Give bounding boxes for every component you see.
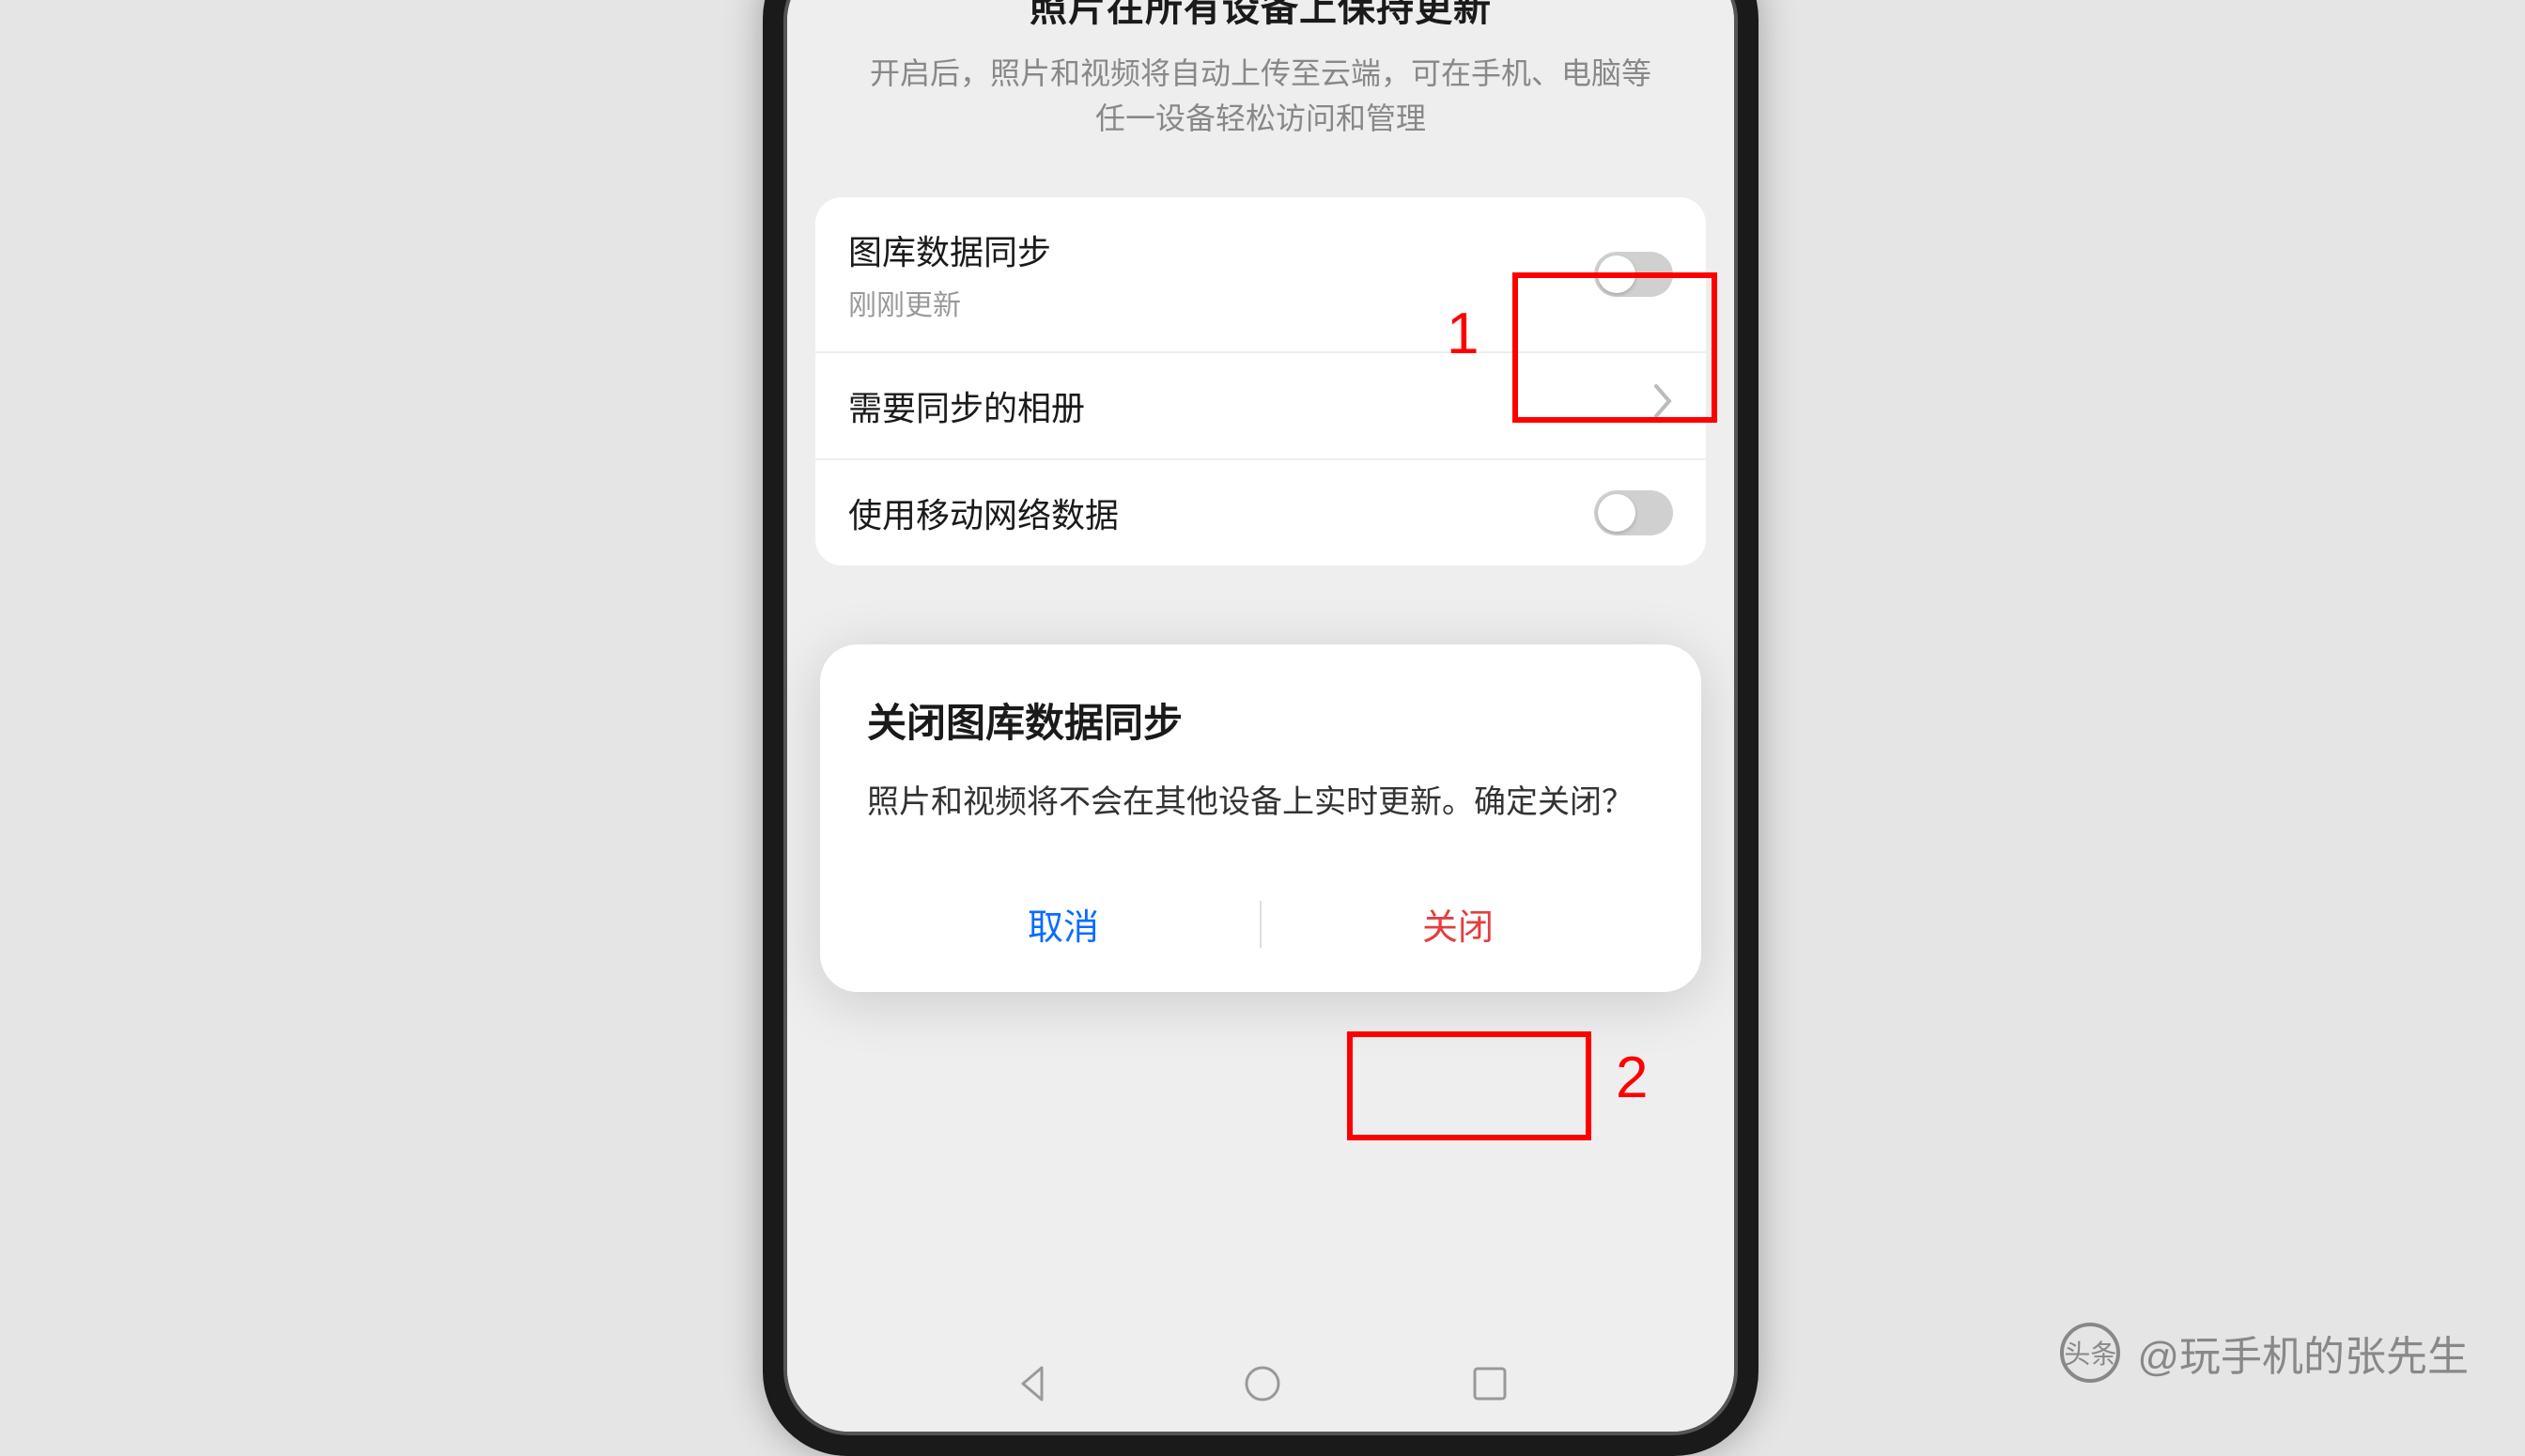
setting-text: 图库数据同步 刚刚更新: [848, 225, 1594, 323]
setting-mobile-data[interactable]: 使用移动网络数据: [815, 460, 1706, 565]
sync-toggle[interactable]: [1594, 252, 1673, 297]
back-icon[interactable]: [1014, 1364, 1053, 1408]
phone-frame: 照片在所有设备上保持更新 开启后，照片和视频将自动上传至云端，可在手机、电脑等任…: [763, 0, 1758, 1456]
mobile-data-toggle[interactable]: [1594, 490, 1673, 535]
page-title: 照片在所有设备上保持更新: [834, 0, 1687, 32]
watermark-logo-icon: 头条: [2060, 1323, 2120, 1383]
setting-subtitle: 刚刚更新: [848, 282, 1594, 323]
chevron-right-icon: [1654, 384, 1673, 427]
dialog-title: 关闭图库数据同步: [867, 691, 1654, 749]
setting-title: 使用移动网络数据: [848, 488, 1594, 537]
setting-text: 需要同步的相册: [848, 381, 1654, 430]
annotation-label-2: 2: [1616, 1045, 1648, 1111]
watermark: 头条 @玩手机的张先生: [2060, 1323, 2469, 1383]
navigation-bar: [787, 1364, 1734, 1408]
confirm-button[interactable]: 关闭: [1262, 884, 1654, 964]
setting-title: 图库数据同步: [848, 225, 1594, 274]
confirm-dialog: 关闭图库数据同步 照片和视频将不会在其他设备上实时更新。确定关闭？ 取消 关闭: [820, 644, 1701, 992]
dialog-buttons: 取消 关闭: [867, 875, 1654, 964]
cancel-button[interactable]: 取消: [867, 884, 1260, 964]
toggle-knob: [1598, 256, 1635, 293]
setting-text: 使用移动网络数据: [848, 488, 1594, 537]
home-icon[interactable]: [1243, 1364, 1282, 1408]
settings-card: 图库数据同步 刚刚更新 需要同步的相册: [815, 197, 1706, 565]
header-section: 照片在所有设备上保持更新 开启后，照片和视频将自动上传至云端，可在手机、电脑等任…: [787, 0, 1734, 169]
toggle-knob: [1598, 494, 1635, 532]
setting-gallery-sync[interactable]: 图库数据同步 刚刚更新: [815, 197, 1706, 353]
annotation-label-1: 1: [1447, 301, 1479, 367]
setting-title: 需要同步的相册: [848, 381, 1654, 430]
watermark-text: @玩手机的张先生: [2137, 1323, 2469, 1383]
dialog-body: 照片和视频将不会在其他设备上实时更新。确定关闭？: [867, 777, 1654, 828]
page-description: 开启后，照片和视频将自动上传至云端，可在手机、电脑等任一设备轻松访问和管理: [834, 51, 1687, 141]
phone-inner: 照片在所有设备上保持更新 开启后，照片和视频将自动上传至云端，可在手机、电脑等任…: [783, 0, 1738, 1435]
setting-sync-albums[interactable]: 需要同步的相册: [815, 353, 1706, 460]
recent-icon[interactable]: [1472, 1366, 1508, 1406]
settings-screen: 照片在所有设备上保持更新 开启后，照片和视频将自动上传至云端，可在手机、电脑等任…: [787, 0, 1734, 1432]
